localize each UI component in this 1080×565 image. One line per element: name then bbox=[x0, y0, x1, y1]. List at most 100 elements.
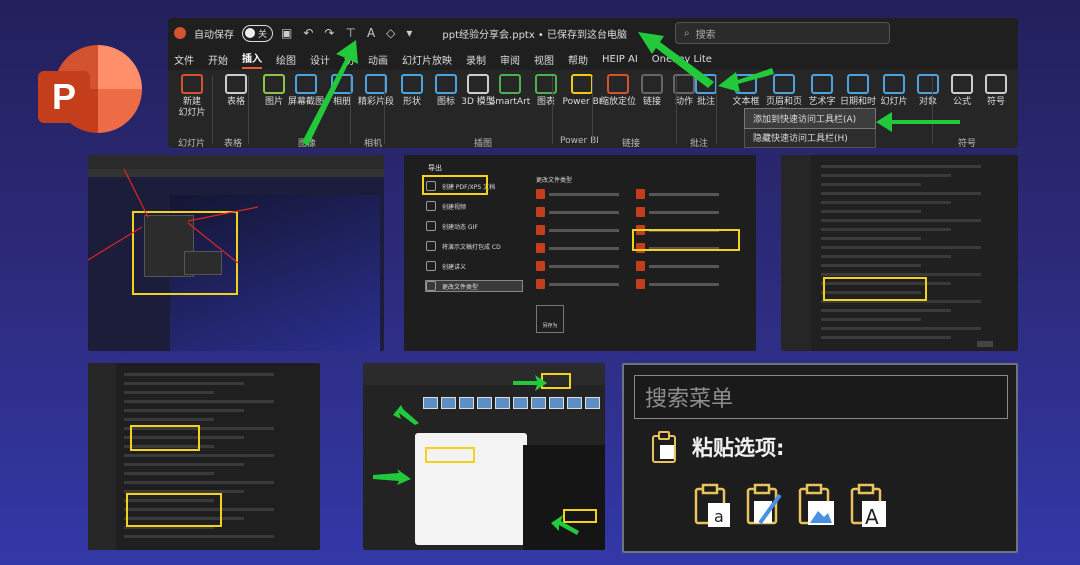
group-separator bbox=[248, 76, 249, 144]
export-item-4[interactable]: 创建讲义 bbox=[426, 261, 522, 271]
svg-text:a: a bbox=[714, 507, 724, 526]
picture-style-thumb[interactable] bbox=[567, 397, 582, 409]
picture-style-thumb[interactable] bbox=[531, 397, 546, 409]
option-row bbox=[821, 192, 981, 195]
save-icon[interactable]: ▣ bbox=[281, 26, 292, 40]
tab-7[interactable]: 幻灯片放映 bbox=[402, 52, 452, 67]
search-placeholder: 搜索 bbox=[695, 29, 716, 41]
toggle-state: 关 bbox=[258, 29, 268, 40]
group-label-6: 链接 bbox=[622, 139, 641, 148]
clipboard-icon bbox=[652, 431, 676, 463]
picture-style-thumb[interactable] bbox=[441, 397, 456, 409]
tab-13[interactable]: OneKey Lite bbox=[652, 54, 712, 65]
option-row bbox=[124, 472, 214, 475]
tab-0[interactable]: 文件 bbox=[174, 52, 194, 67]
file-type-icon bbox=[536, 279, 545, 289]
undo-icon[interactable]: ↶ bbox=[303, 26, 313, 40]
picture-style-thumb[interactable] bbox=[513, 397, 528, 409]
picture-style-thumb[interactable] bbox=[585, 397, 600, 409]
screenshot-icon bbox=[295, 74, 317, 94]
tab-9[interactable]: 审阅 bbox=[500, 52, 520, 67]
screenshot-options-dialog-2 bbox=[88, 363, 320, 550]
textbox-icon bbox=[735, 74, 757, 94]
search-menu-input[interactable]: 搜索菜单 bbox=[634, 375, 1008, 419]
tab-1[interactable]: 开始 bbox=[208, 52, 228, 67]
picture-style-thumb[interactable] bbox=[477, 397, 492, 409]
search-box[interactable]: ⌕ 搜索 bbox=[675, 22, 891, 44]
tab-10[interactable]: 视图 bbox=[534, 52, 554, 67]
export-section-title: 更改文件类型 bbox=[536, 177, 573, 184]
file-type-option[interactable] bbox=[636, 207, 741, 217]
zoom-icon bbox=[607, 74, 629, 94]
group-label-8: 符号 bbox=[958, 139, 977, 148]
save-as-button[interactable]: 另存为 bbox=[536, 305, 564, 333]
file-type-text bbox=[549, 264, 619, 268]
menu-hide-qat[interactable]: 隐藏快速访问工具栏(H) bbox=[745, 128, 875, 147]
save-as-label: 另存为 bbox=[542, 323, 558, 329]
tab-8[interactable]: 录制 bbox=[466, 52, 486, 67]
export-item-5[interactable]: 更改文件类型 bbox=[425, 280, 523, 292]
file-type-option[interactable] bbox=[536, 261, 641, 271]
app-icon bbox=[174, 27, 186, 39]
picture-style-thumb[interactable] bbox=[423, 397, 438, 409]
comment-icon bbox=[695, 74, 717, 94]
file-type-option[interactable] bbox=[536, 207, 641, 217]
export-item-icon bbox=[426, 241, 436, 251]
textbox-qat-icon[interactable]: A bbox=[367, 26, 375, 40]
tab-11[interactable]: 帮助 bbox=[568, 52, 588, 67]
paste-as-picture-icon[interactable] bbox=[798, 483, 836, 529]
export-item-3[interactable]: 将演示文稿打包成 CD bbox=[426, 241, 522, 251]
picture-style-thumb[interactable] bbox=[495, 397, 510, 409]
ribbon-button-15[interactable]: 批注 bbox=[684, 74, 728, 108]
keep-text-icon[interactable]: A bbox=[850, 483, 888, 529]
options-sidebar-2 bbox=[88, 363, 116, 550]
group-separator bbox=[350, 76, 351, 144]
file-type-option[interactable] bbox=[536, 225, 641, 235]
tab-12[interactable]: HEIP AI bbox=[602, 54, 638, 65]
option-row bbox=[821, 327, 981, 330]
menu-add-to-qat[interactable]: 添加到快速访问工具栏(A) bbox=[744, 108, 876, 129]
file-type-text bbox=[649, 282, 719, 286]
context-menu: 添加到快速访问工具栏(A) 隐藏快速访问工具栏(H) bbox=[744, 108, 876, 148]
tab-2[interactable]: 插入 bbox=[242, 50, 262, 69]
ribbon-button-23[interactable]: 符号 bbox=[974, 74, 1018, 108]
highlight-compress-button bbox=[563, 509, 597, 523]
export-item-label: 创建动态 GIF bbox=[442, 223, 478, 231]
highlight-settings bbox=[130, 425, 200, 451]
keep-text-only-icon[interactable]: a bbox=[694, 483, 732, 529]
picture-style-thumb[interactable] bbox=[549, 397, 564, 409]
autosave-toggle[interactable]: 关 bbox=[242, 24, 274, 42]
option-row bbox=[821, 183, 921, 186]
ribbon-button-0[interactable]: 新建 幻灯片 bbox=[170, 74, 214, 119]
file-type-option[interactable] bbox=[636, 261, 741, 271]
redo-icon[interactable]: ↷ bbox=[324, 26, 334, 40]
file-type-text bbox=[549, 192, 619, 196]
file-type-option[interactable] bbox=[536, 189, 641, 199]
export-item-2[interactable]: 创建动态 GIF bbox=[426, 221, 522, 231]
pin-icon[interactable]: ⊤ bbox=[345, 26, 355, 40]
option-row bbox=[821, 264, 921, 267]
shape-qat-icon[interactable]: ◇ bbox=[386, 26, 395, 40]
object-icon bbox=[917, 74, 939, 94]
customize-qat-icon[interactable]: ▾ bbox=[406, 26, 412, 40]
file-type-option[interactable] bbox=[536, 279, 641, 289]
header-footer-icon bbox=[773, 74, 795, 94]
highlight-format-tab bbox=[541, 373, 571, 389]
screenshot-paste-menu: 搜索菜单 粘贴选项: a A bbox=[622, 363, 1018, 553]
tab-5[interactable]: 切 bbox=[344, 52, 354, 67]
tab-3[interactable]: 绘图 bbox=[276, 52, 296, 67]
shapes-icon bbox=[401, 74, 423, 94]
option-row bbox=[821, 237, 921, 240]
file-type-icon bbox=[536, 261, 545, 271]
use-destination-theme-icon[interactable] bbox=[746, 483, 784, 529]
ok-button[interactable] bbox=[977, 341, 993, 347]
picture-style-thumb[interactable] bbox=[459, 397, 474, 409]
group-label-2: 图像 bbox=[298, 139, 317, 148]
tab-6[interactable]: 动画 bbox=[368, 52, 388, 67]
file-type-option[interactable] bbox=[636, 189, 741, 199]
file-type-option[interactable] bbox=[536, 243, 641, 253]
file-type-option[interactable] bbox=[636, 279, 741, 289]
tab-4[interactable]: 设计 bbox=[310, 52, 330, 67]
export-item-1[interactable]: 创建视频 bbox=[426, 201, 522, 211]
screenshot-slide-editor bbox=[88, 155, 384, 351]
